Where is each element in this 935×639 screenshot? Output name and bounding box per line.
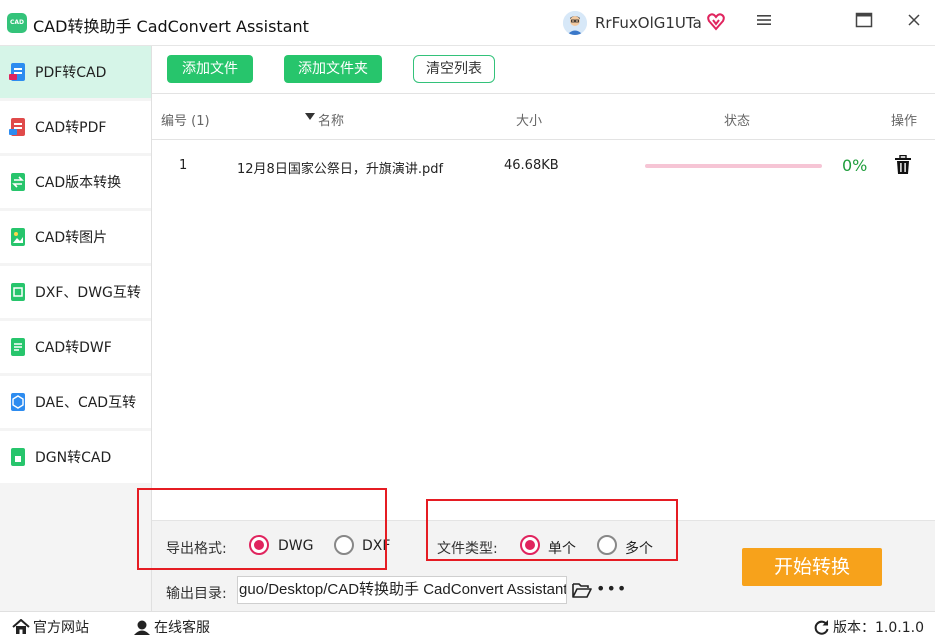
menu-icon[interactable] [753,12,775,34]
status-footer: 官方网站 在线客服 版本：1.0.1.0 [0,611,935,639]
support-agent-icon [134,620,150,635]
sidebar-item-dae-cad[interactable]: DAE、CAD互转 [0,376,151,428]
sidebar-item-label: DGN转CAD [35,450,112,466]
online-support-label: 在线客服 [154,620,210,636]
maximize-icon[interactable] [853,12,875,34]
sidebar-item-label: CAD版本转换 [35,175,122,191]
official-website-link[interactable]: 官方网站 [12,617,89,637]
file-toolbar: 添加文件 添加文件夹 清空列表 [152,46,935,94]
user-avatar[interactable] [563,11,587,35]
home-icon [12,619,30,634]
version-label: 版本：1.0.1.0 [833,620,924,636]
online-support-link[interactable]: 在线客服 [133,617,210,637]
user-name[interactable]: RrFuxOlG1UTa [595,14,702,32]
title-bar: CAD CAD转换助手 CadConvert Assistant RrFuxOl… [0,0,935,46]
output-path-field[interactable]: guo/Desktop/CAD转换助手 CadConvert Assistant [237,576,567,604]
column-header-size[interactable]: 大小 [516,110,542,129]
sidebar-item-pdf-to-cad[interactable]: PDF转CAD [0,46,151,98]
add-file-button[interactable]: 添加文件 [167,55,253,83]
dxf-dwg-icon [11,283,25,301]
add-folder-button[interactable]: 添加文件夹 [284,55,382,83]
sidebar-item-label: DAE、CAD互转 [35,395,137,411]
sidebar-item-label: PDF转CAD [35,65,107,81]
annotation-box-format [137,488,387,570]
annotation-box-filetype [426,499,678,561]
cad-to-pdf-icon [9,118,25,136]
cad-version-icon [11,173,25,191]
sort-desc-icon[interactable] [305,110,315,125]
sidebar-item-dgn-to-cad[interactable]: DGN转CAD [0,431,151,483]
clear-list-button[interactable]: 清空列表 [413,55,495,83]
row-index: 1 [179,158,188,173]
sidebar-item-label: DXF、DWG互转 [35,285,141,301]
close-icon[interactable] [903,12,925,34]
sidebar-item-label: CAD转DWF [35,340,112,356]
column-header-index[interactable]: 编号 (1) [161,110,210,129]
row-file-size: 46.68KB [504,158,559,173]
sidebar-item-cad-to-image[interactable]: CAD转图片 [0,211,151,263]
app-title: CAD转换助手 CadConvert Assistant [33,17,309,36]
file-list-empty-area [152,191,935,521]
start-convert-button[interactable]: 开始转换 [742,548,882,586]
column-header-name[interactable]: 名称 [318,110,344,129]
sidebar-item-cad-to-pdf[interactable]: CAD转PDF [0,101,151,153]
refresh-icon [814,619,829,635]
dgn-to-cad-icon [11,448,25,466]
table-row[interactable]: 1 12月8日国家公祭日，升旗演讲.pdf 46.68KB 0% [152,141,935,191]
sidebar: PDF转CAD CAD转PDF CAD版本转换 CAD转图片 DXF、DWG互转… [0,46,152,611]
sidebar-item-cad-version[interactable]: CAD版本转换 [0,156,151,208]
column-header-status: 状态 [724,114,751,129]
folder-open-icon[interactable] [572,581,592,599]
row-progress-bar [645,164,822,168]
trash-icon[interactable] [894,155,912,175]
app-logo-icon: CAD [7,13,27,33]
sidebar-item-label: CAD转PDF [35,120,107,136]
sidebar-item-dxf-dwg[interactable]: DXF、DWG互转 [0,266,151,318]
column-header-action: 操作 [891,114,918,129]
cad-to-image-icon [11,228,25,246]
sidebar-item-label: CAD转图片 [35,230,108,246]
cad-to-dwf-icon [11,338,25,356]
file-table-header: 编号 (1) 名称 大小 状态 操作 [152,95,935,140]
app-window: CAD CAD转换助手 CadConvert Assistant RrFuxOl… [0,0,935,639]
vip-heart-icon[interactable] [707,13,725,31]
dae-cad-icon [11,393,25,411]
official-website-label: 官方网站 [33,620,89,636]
row-file-name: 12月8日国家公祭日，升旗演讲.pdf [237,162,444,177]
output-dir-label: 输出目录: [166,586,227,602]
more-options-icon[interactable]: ••• [596,579,627,598]
version-info[interactable]: 版本：1.0.1.0 [813,617,924,637]
row-progress-text: 0% [842,156,868,175]
sidebar-item-cad-to-dwf[interactable]: CAD转DWF [0,321,151,373]
pdf-to-cad-icon [9,63,25,81]
